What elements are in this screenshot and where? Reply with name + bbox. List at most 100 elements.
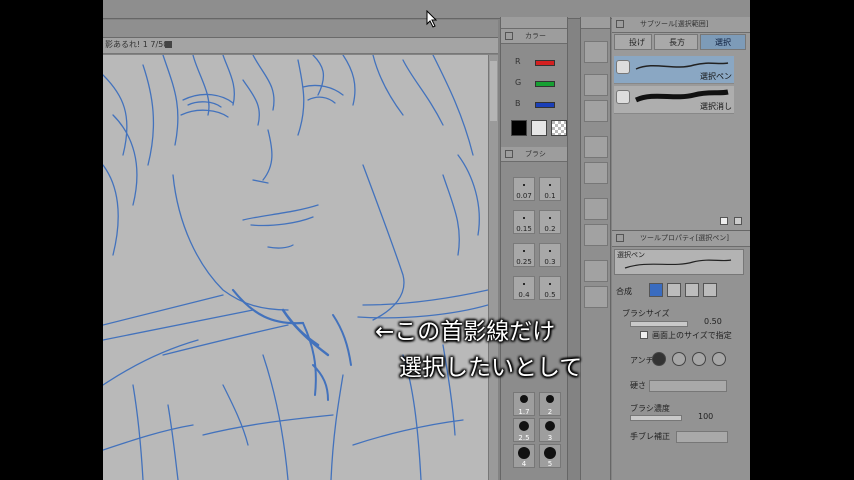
- grip-icon[interactable]: [505, 150, 513, 158]
- r-slider[interactable]: [535, 60, 555, 66]
- tool-property-panel: ツールプロパティ[選択ペン] 選択ペン 合成 ブラシサイズ 0.50 画面上のサ…: [612, 230, 750, 480]
- hardness-label: 硬さ: [630, 381, 646, 390]
- tool-property-title: ツールプロパティ[選択ペン]: [640, 234, 730, 242]
- g-label: G: [515, 78, 522, 87]
- screen-size-label: 画面上のサイズで指定: [652, 331, 732, 340]
- brush-size-option[interactable]: 0.5: [539, 276, 561, 300]
- brush-density-slider[interactable]: [630, 415, 682, 421]
- sub-tool-selection-eraser[interactable]: 選択消し: [614, 86, 734, 114]
- brush-size-panel-header: ブラシ: [501, 147, 567, 162]
- brush-size-value: 0.1: [544, 192, 556, 200]
- brush-size-value: 3: [547, 434, 553, 442]
- drawing-canvas[interactable]: [103, 55, 488, 480]
- grip-icon[interactable]: [616, 20, 624, 28]
- brush-size-panel-title: ブラシ: [525, 150, 546, 158]
- brush-density-value: 100: [698, 412, 714, 421]
- brush-size-option[interactable]: 0.07: [513, 177, 535, 201]
- brush-size-option[interactable]: 4: [513, 444, 535, 468]
- scrollbar-thumb[interactable]: [490, 61, 497, 121]
- sub-tool-selection-pen[interactable]: 選択ペン: [614, 56, 734, 84]
- brush-size-option[interactable]: 3: [539, 418, 561, 442]
- tool-fill[interactable]: [584, 260, 608, 282]
- r-label: R: [515, 57, 521, 66]
- tool-move[interactable]: [584, 74, 608, 96]
- sub-color-swatch[interactable]: [531, 120, 547, 136]
- document-tab-label: 影あるれ! 1 7/50: [105, 40, 169, 49]
- tab-lasso[interactable]: 投げ: [614, 34, 652, 50]
- color-panel: カラー R G B ブラシ 0.07 0.1 0.15 0.2 0.25 0.3 0.4 0.…: [500, 17, 568, 480]
- brush-density-label: ブラシ濃度: [630, 404, 670, 413]
- brush-size-value: 4: [521, 460, 527, 468]
- stabilization-slider[interactable]: [676, 431, 728, 443]
- mouse-cursor: [426, 9, 438, 32]
- eraser-icon: [616, 90, 630, 104]
- new-sub-tool-icon[interactable]: [720, 217, 728, 225]
- canvas-vertical-scrollbar[interactable]: [488, 55, 498, 480]
- brush-size-slider[interactable]: [630, 321, 688, 327]
- document-tab[interactable]: 影あるれ! 1 7/50: [103, 38, 498, 54]
- sub-tool-panel: サブツール[選択範囲] 投げ 長方 選択 選択ペン 選択消し ツールプロパティ[…: [612, 17, 750, 480]
- brush-size-option[interactable]: 0.25: [513, 243, 535, 267]
- brush-size-option[interactable]: 0.2: [539, 210, 561, 234]
- tool-eraser[interactable]: [584, 224, 608, 246]
- tool-preview: 選択ペン: [614, 249, 744, 275]
- pen-icon: [616, 60, 630, 74]
- antialias-none-button[interactable]: [652, 352, 666, 366]
- combine-add-button[interactable]: [667, 283, 681, 297]
- tool-palette-collapse[interactable]: [581, 17, 610, 29]
- grip-icon[interactable]: [505, 32, 513, 40]
- sub-tool-panel-header: サブツール[選択範囲]: [612, 17, 750, 33]
- sub-tool-tabs: 投げ 長方 選択: [614, 34, 748, 52]
- b-slider[interactable]: [535, 102, 555, 108]
- color-panel-header: カラー: [501, 29, 567, 44]
- sub-tool-name: 選択消し: [700, 102, 732, 111]
- brush-size-value: 0.07: [516, 192, 532, 200]
- brush-size-option[interactable]: 0.15: [513, 210, 535, 234]
- close-icon[interactable]: [165, 41, 172, 48]
- sketch-drawing: [103, 55, 488, 480]
- combine-subtract-button[interactable]: [685, 283, 699, 297]
- g-slider[interactable]: [535, 81, 555, 87]
- brush-size-option[interactable]: 2: [539, 392, 561, 416]
- antialias-medium-button[interactable]: [692, 352, 706, 366]
- antialias-weak-button[interactable]: [672, 352, 686, 366]
- grip-icon[interactable]: [616, 234, 624, 242]
- tool-gradient[interactable]: [584, 286, 608, 308]
- tab-selection[interactable]: 選択: [700, 34, 746, 50]
- brush-size-value: 0.15: [516, 225, 532, 233]
- brush-size-value: 5: [547, 460, 553, 468]
- screen-size-checkbox[interactable]: [640, 331, 648, 339]
- brush-size-option[interactable]: 1.7: [513, 392, 535, 416]
- combine-new-button[interactable]: [649, 283, 663, 297]
- antialias-label: アンチ: [630, 356, 654, 365]
- command-bar: [103, 20, 498, 38]
- brush-size-value: 0.2: [544, 225, 556, 233]
- transparent-swatch[interactable]: [551, 120, 567, 136]
- antialias-strong-button[interactable]: [712, 352, 726, 366]
- hardness-selector[interactable]: [649, 380, 727, 392]
- tool-eyedropper[interactable]: [584, 136, 608, 158]
- clip-studio-window: 影あるれ! 1 7/50 カラー R G B ブラシ 0.07 0.1 0.15…: [103, 0, 750, 480]
- tab-rectangle[interactable]: 長方: [654, 34, 698, 50]
- tool-palette: [580, 17, 611, 480]
- panel-collapse-bar[interactable]: [501, 17, 567, 29]
- main-color-swatch[interactable]: [511, 120, 527, 136]
- brush-size-option[interactable]: 0.4: [513, 276, 535, 300]
- combine-intersect-button[interactable]: [703, 283, 717, 297]
- tool-brush[interactable]: [584, 198, 608, 220]
- brush-size-value: 0.25: [516, 258, 532, 266]
- caption-line-1: ←この首影線だけ: [375, 319, 556, 345]
- tool-operation[interactable]: [584, 41, 608, 63]
- brush-size-option[interactable]: 0.1: [539, 177, 561, 201]
- color-panel-title: カラー: [525, 32, 546, 40]
- brush-size-value: 1.7: [518, 408, 530, 416]
- brush-size-value: 0.3: [544, 258, 556, 266]
- tool-pen[interactable]: [584, 162, 608, 184]
- trash-icon[interactable]: [734, 217, 742, 225]
- brush-size-option[interactable]: 5: [539, 444, 561, 468]
- tool-selection[interactable]: [584, 100, 608, 122]
- brush-size-value: 0.5: [544, 291, 556, 299]
- tool-stroke-preview: [624, 259, 732, 269]
- brush-size-option[interactable]: 0.3: [539, 243, 561, 267]
- brush-size-option[interactable]: 2.5: [513, 418, 535, 442]
